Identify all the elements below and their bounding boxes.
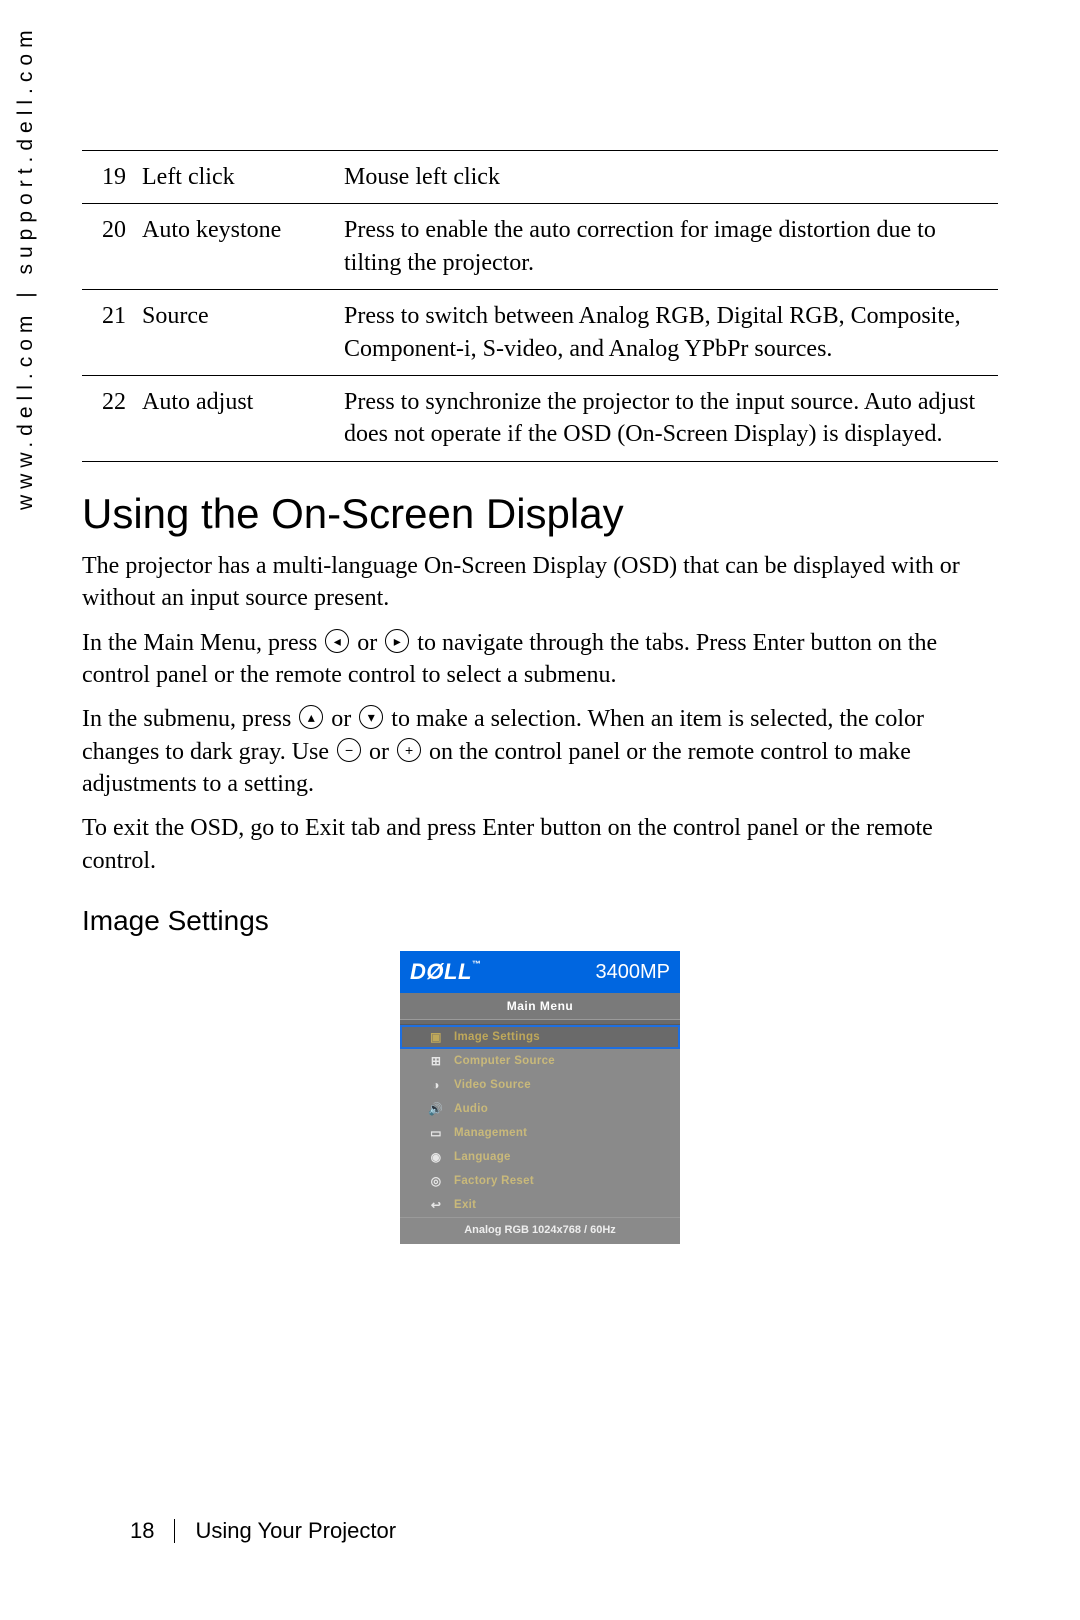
row-desc: Mouse left click: [338, 151, 998, 204]
paragraph: To exit the OSD, go to Exit tab and pres…: [82, 812, 998, 877]
osd-header: DØLL™ 3400MP: [400, 951, 680, 993]
row-num: 22: [82, 375, 136, 461]
row-desc: Press to switch between Analog RGB, Digi…: [338, 290, 998, 376]
paragraph: In the Main Menu, press ◂ or ▸ to naviga…: [82, 627, 998, 692]
osd-screenshot-wrap: DØLL™ 3400MP Main Menu ▣ Image Settings …: [82, 951, 998, 1244]
nav-left-icon: ◂: [325, 629, 349, 653]
text-fragment: In the Main Menu, press: [82, 630, 323, 656]
text-fragment: or: [369, 739, 395, 765]
text-fragment: or: [357, 630, 383, 656]
factory-reset-icon: ◎: [428, 1174, 444, 1188]
osd-item-label: Factory Reset: [454, 1175, 670, 1187]
table-row: 19 Left click Mouse left click: [82, 151, 998, 204]
osd-item-audio[interactable]: 🔊 Audio: [400, 1097, 680, 1121]
table-row: 22 Auto adjust Press to synchronize the …: [82, 375, 998, 461]
osd-item-label: Audio: [454, 1103, 670, 1115]
osd-item-label: Image Settings: [454, 1031, 670, 1043]
row-desc: Press to synchronize the projector to th…: [338, 375, 998, 461]
osd-item-label: Exit: [454, 1199, 670, 1211]
osd-item-image-settings[interactable]: ▣ Image Settings: [400, 1025, 680, 1049]
osd-item-label: Management: [454, 1127, 670, 1139]
computer-source-icon: ⊞: [428, 1054, 444, 1068]
osd-item-label: Video Source: [454, 1079, 670, 1091]
row-name: Source: [136, 290, 338, 376]
nav-up-icon: ▴: [299, 705, 323, 729]
row-num: 21: [82, 290, 136, 376]
sidebar-url: www.dell.com | support.dell.com: [14, 24, 38, 510]
osd-item-label: Computer Source: [454, 1055, 670, 1067]
text-fragment: In the submenu, press: [82, 706, 297, 732]
table-row: 21 Source Press to switch between Analog…: [82, 290, 998, 376]
feature-table: 19 Left click Mouse left click 20 Auto k…: [82, 150, 998, 462]
video-source-icon: ◑: [428, 1078, 444, 1092]
plus-icon: +: [397, 738, 421, 762]
dell-logo: DØLL™: [410, 959, 481, 985]
management-icon: ▭: [428, 1126, 444, 1140]
osd-item-computer-source[interactable]: ⊞ Computer Source: [400, 1049, 680, 1073]
row-name: Auto keystone: [136, 204, 338, 290]
subsection-heading: Image Settings: [82, 905, 998, 937]
row-num: 20: [82, 204, 136, 290]
language-icon: ◉: [428, 1150, 444, 1164]
paragraph: The projector has a multi-language On-Sc…: [82, 550, 998, 615]
footer-separator: [174, 1519, 175, 1543]
minus-icon: −: [337, 738, 361, 762]
table-row: 20 Auto keystone Press to enable the aut…: [82, 204, 998, 290]
osd-item-label: Language: [454, 1151, 670, 1163]
main-content: 19 Left click Mouse left click 20 Auto k…: [82, 150, 998, 1244]
image-settings-icon: ▣: [428, 1030, 444, 1044]
exit-icon: ↩: [428, 1198, 444, 1212]
trademark-icon: ™: [472, 959, 482, 969]
nav-right-icon: ▸: [385, 629, 409, 653]
section-heading: Using the On-Screen Display: [82, 490, 998, 538]
row-name: Left click: [136, 151, 338, 204]
osd-item-language[interactable]: ◉ Language: [400, 1145, 680, 1169]
osd-item-video-source[interactable]: ◑ Video Source: [400, 1073, 680, 1097]
osd-item-exit[interactable]: ↩ Exit: [400, 1193, 680, 1217]
page-number: 18: [130, 1518, 154, 1544]
brand-text: DØLL: [410, 959, 472, 984]
text-fragment: or: [331, 706, 357, 732]
audio-icon: 🔊: [428, 1102, 444, 1116]
nav-down-icon: ▾: [359, 705, 383, 729]
osd-menu-title: Main Menu: [400, 993, 680, 1019]
row-desc: Press to enable the auto correction for …: [338, 204, 998, 290]
osd-item-management[interactable]: ▭ Management: [400, 1121, 680, 1145]
osd-status-bar: Analog RGB 1024x768 / 60Hz: [400, 1217, 680, 1244]
row-name: Auto adjust: [136, 375, 338, 461]
osd-item-factory-reset[interactable]: ◎ Factory Reset: [400, 1169, 680, 1193]
row-num: 19: [82, 151, 136, 204]
osd-model: 3400MP: [596, 961, 671, 984]
osd-panel: DØLL™ 3400MP Main Menu ▣ Image Settings …: [400, 951, 680, 1244]
chapter-title: Using Your Projector: [195, 1518, 396, 1544]
paragraph: In the submenu, press ▴ or ▾ to make a s…: [82, 703, 998, 800]
page-footer: 18 Using Your Projector: [130, 1518, 396, 1544]
